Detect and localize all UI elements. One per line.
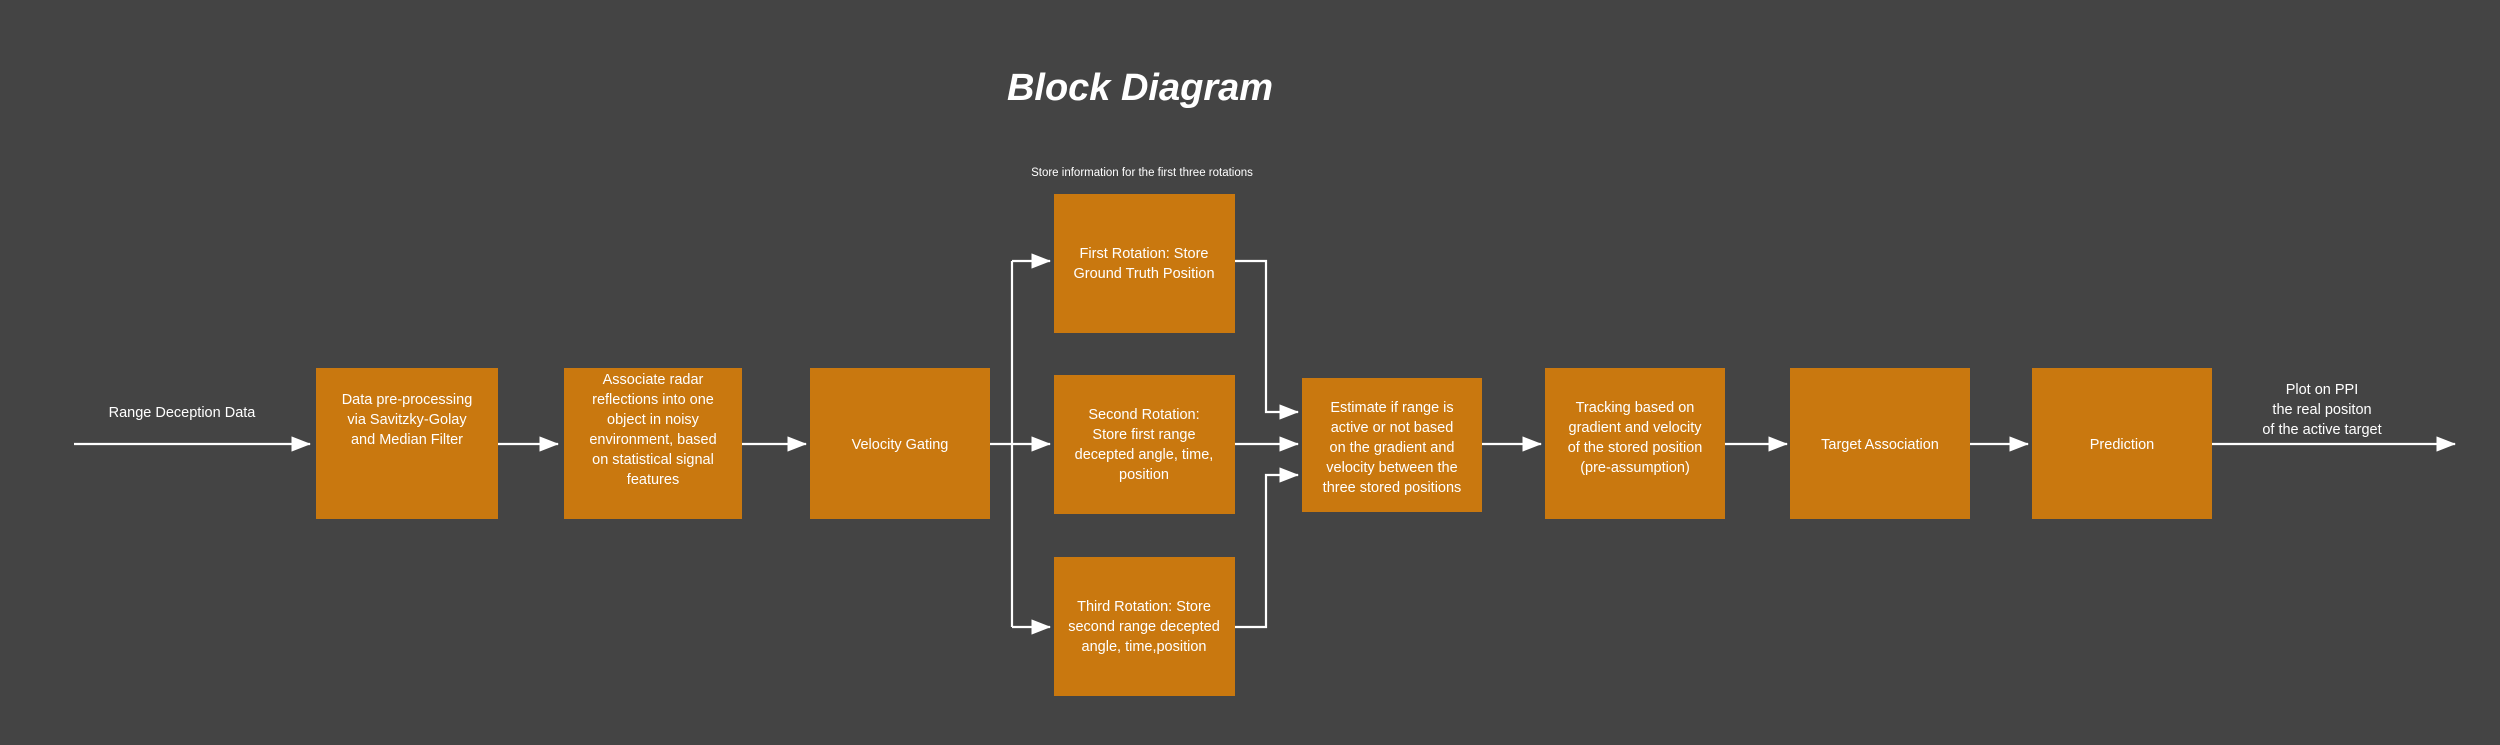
node-estimate[interactable]: Estimate if range is active or not based… xyxy=(1302,378,1482,512)
node-tracking-line-2: gradient and velocity xyxy=(1569,420,1703,436)
connector-first-rotation-to-estimate xyxy=(1235,259,1300,420)
node-tracking[interactable]: Tracking based on gradient and velocity … xyxy=(1545,368,1725,519)
node-preprocessing[interactable]: Data pre-processing via Savitzky-Golay a… xyxy=(316,368,498,519)
node-third-rotation-line-3: angle, time,position xyxy=(1082,639,1207,655)
node-tracking-line-3: of the stored position xyxy=(1568,440,1703,456)
node-third-rotation[interactable]: Third Rotation: Store second range decep… xyxy=(1054,557,1235,696)
block-diagram: Block Diagram Store information for the … xyxy=(74,67,2457,696)
node-association-line-6: features xyxy=(627,472,679,488)
node-velocity-gating[interactable]: Velocity Gating xyxy=(810,368,990,519)
node-estimate-line-4: velocity between the xyxy=(1326,460,1457,476)
node-second-rotation-rect[interactable] xyxy=(1054,375,1235,514)
output-label-line-2: the real positon xyxy=(2272,402,2371,418)
node-first-rotation[interactable]: First Rotation: Store Ground Truth Posit… xyxy=(1054,194,1235,333)
node-second-rotation-line-2: Store first range xyxy=(1092,427,1195,443)
node-second-rotation-line-1: Second Rotation: xyxy=(1088,407,1199,423)
node-estimate-line-1: Estimate if range is xyxy=(1330,400,1453,416)
node-estimate-line-5: three stored positions xyxy=(1323,480,1462,496)
node-prediction-line-1: Prediction xyxy=(2090,437,2154,453)
rotations-note: Store information for the first three ro… xyxy=(1031,167,1253,179)
node-second-rotation-line-4: position xyxy=(1119,467,1169,483)
node-third-rotation-line-2: second range decepted xyxy=(1068,619,1220,635)
node-association-line-1: Associate radar xyxy=(603,372,704,388)
node-second-rotation[interactable]: Second Rotation: Store first range decep… xyxy=(1054,375,1235,514)
input-label: Range Deception Data xyxy=(109,405,257,421)
output-label-line-3: of the active target xyxy=(2262,422,2381,438)
node-preprocessing-line-3: and Median Filter xyxy=(351,432,463,448)
node-first-rotation-rect[interactable] xyxy=(1054,194,1235,333)
node-first-rotation-line-2: Ground Truth Position xyxy=(1073,266,1214,282)
node-estimate-line-3: on the gradient and xyxy=(1330,440,1455,456)
node-association-line-5: on statistical signal xyxy=(592,452,714,468)
node-prediction[interactable]: Prediction xyxy=(2032,368,2212,519)
node-estimate-line-2: active or not based xyxy=(1331,420,1454,436)
page-title: Block Diagram xyxy=(1007,67,1273,109)
block-diagram-canvas: Block Diagram Store information for the … xyxy=(0,0,2500,745)
connector-third-rotation-to-estimate xyxy=(1235,467,1300,629)
node-target-association[interactable]: Target Association xyxy=(1790,368,1970,519)
node-second-rotation-line-3: decepted angle, time, xyxy=(1075,447,1214,463)
node-tracking-line-4: (pre-assumption) xyxy=(1580,460,1690,476)
output-label-line-1: Plot on PPI xyxy=(2286,382,2359,398)
node-preprocessing-line-2: via Savitzky-Golay xyxy=(347,412,467,428)
node-association-line-3: object in noisy xyxy=(607,412,700,428)
node-target-association-line-1: Target Association xyxy=(1821,437,1939,453)
node-velocity-gating-line-1: Velocity Gating xyxy=(852,437,949,453)
output-label: Plot on PPI the real positon of the acti… xyxy=(2262,382,2381,438)
node-tracking-line-1: Tracking based on xyxy=(1576,400,1695,416)
node-first-rotation-line-1: First Rotation: Store xyxy=(1080,246,1209,262)
node-preprocessing-line-1: Data pre-processing xyxy=(342,392,473,408)
node-third-rotation-line-1: Third Rotation: Store xyxy=(1077,599,1211,615)
node-association-line-4: environment, based xyxy=(589,432,716,448)
node-association-line-2: reflections into one xyxy=(592,392,714,408)
node-association[interactable]: Associate radar reflections into one obj… xyxy=(564,368,742,519)
